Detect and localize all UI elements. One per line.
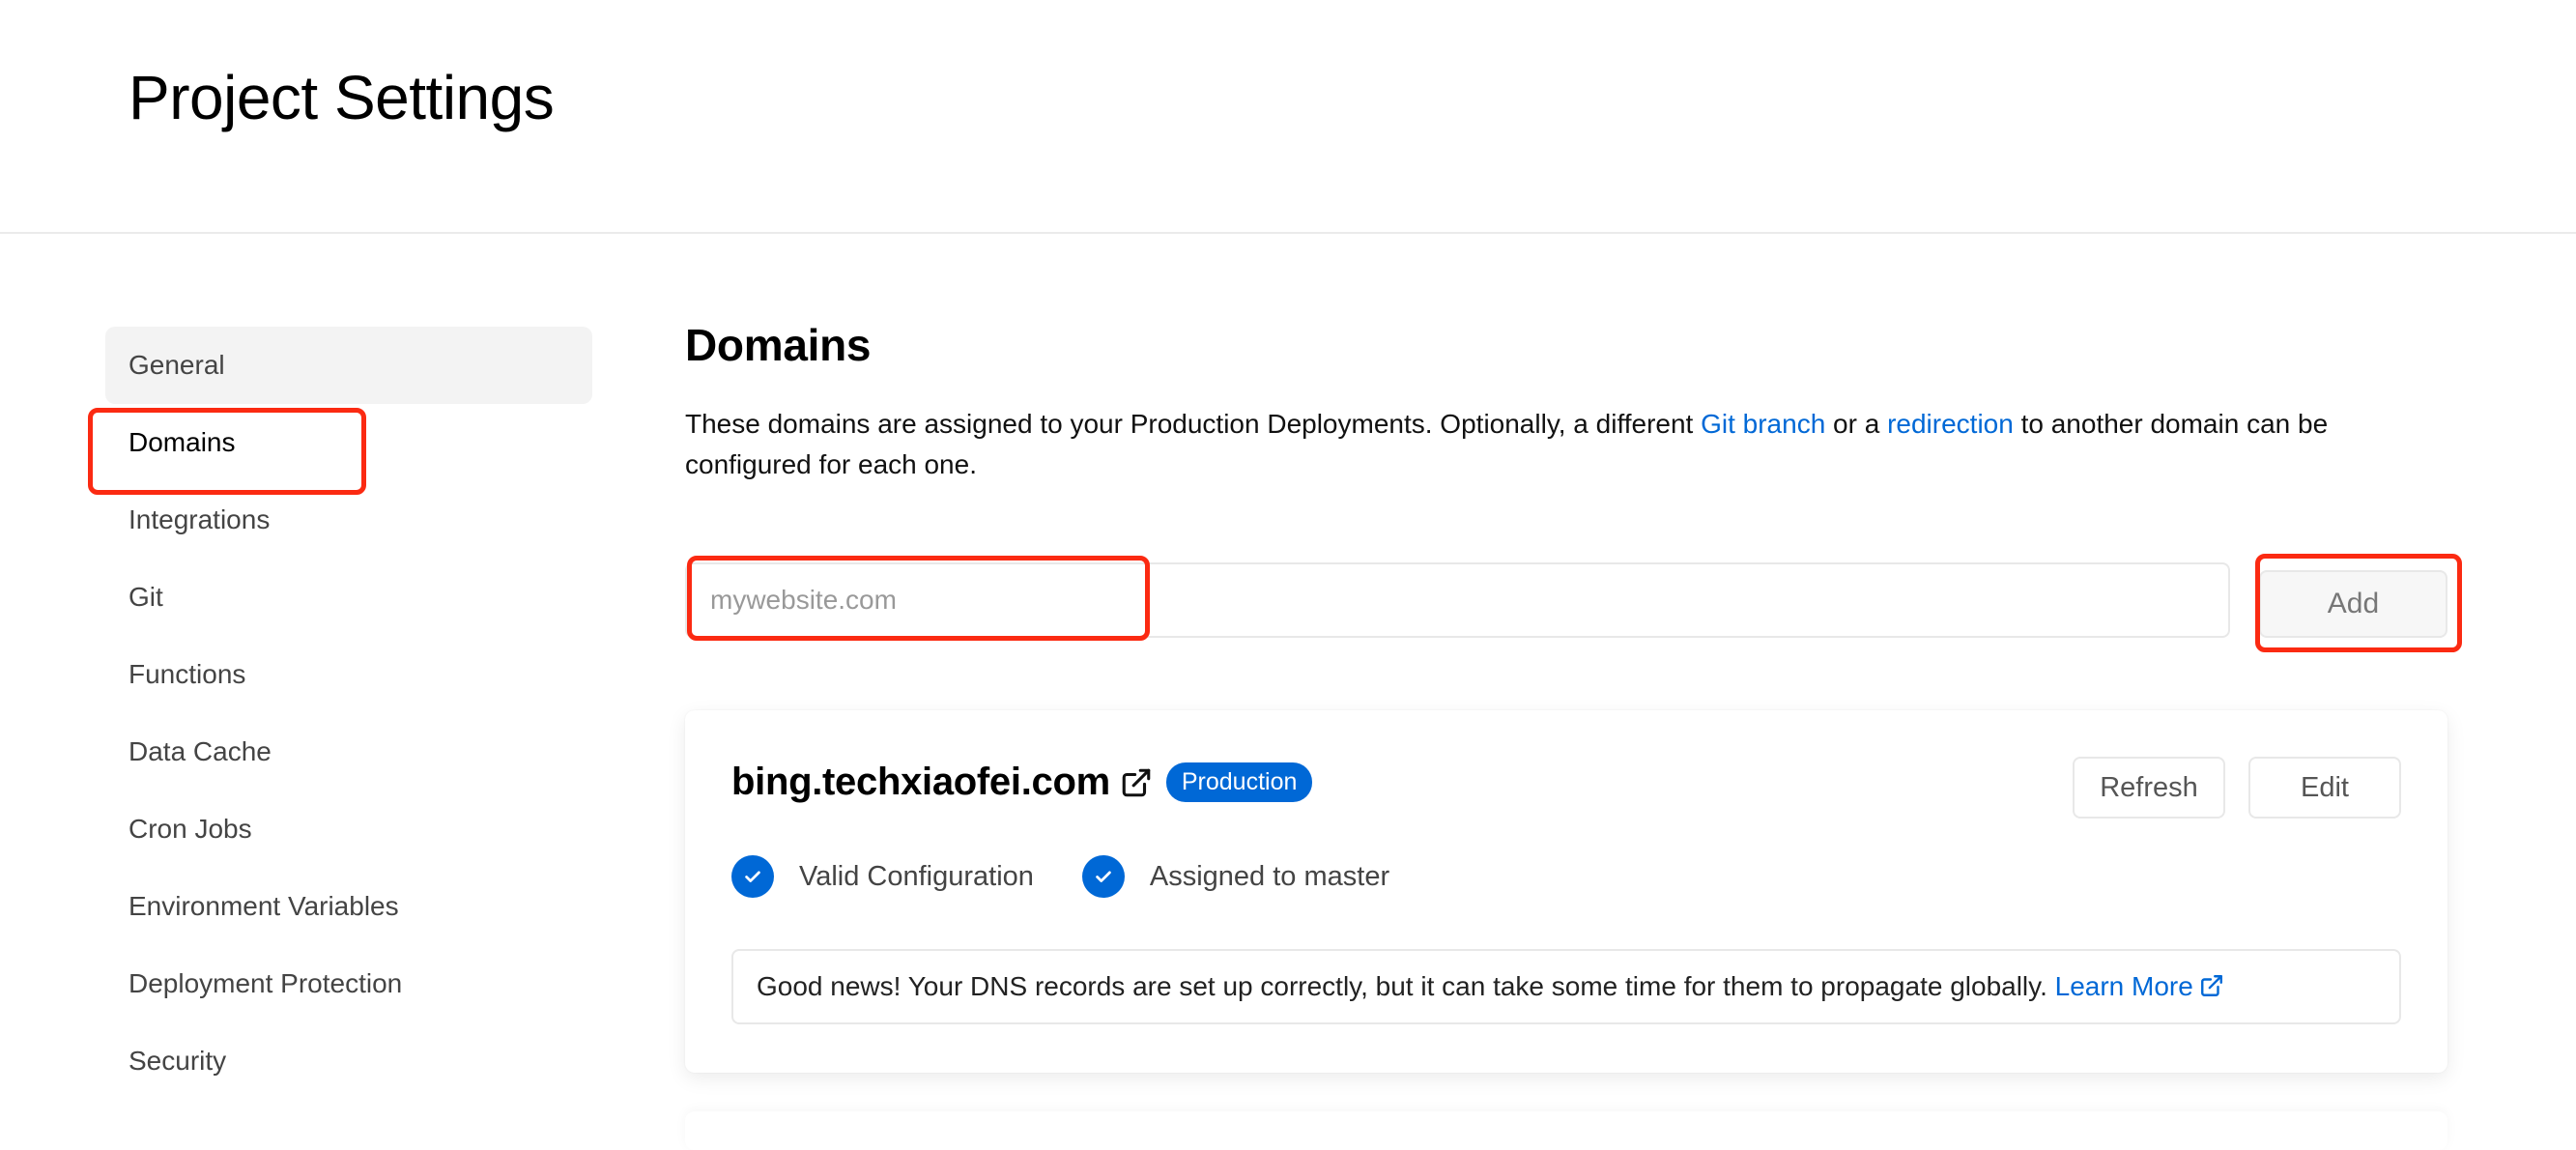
status-assigned-branch: Assigned to master	[1081, 855, 1390, 898]
sidebar-item-environment-variables[interactable]: Environment Variables	[105, 868, 592, 945]
domain-input[interactable]	[685, 562, 2230, 638]
add-domain-button[interactable]: Add	[2259, 570, 2447, 638]
settings-sidebar: General Domains Integrations Git Functio…	[105, 327, 592, 1100]
status-label: Assigned to master	[1149, 860, 1390, 892]
description-text: or a	[1825, 409, 1888, 439]
page-title: Project Settings	[129, 63, 555, 132]
check-circle-icon	[731, 855, 774, 898]
sidebar-item-domains[interactable]: Domains	[105, 404, 592, 481]
redirection-link[interactable]: redirection	[1887, 409, 2014, 439]
sidebar-item-general[interactable]: General	[105, 327, 592, 404]
section-title: Domains	[685, 320, 872, 370]
add-domain-row: Add	[685, 562, 2453, 640]
domain-name-link[interactable]: bing.techxiaofei.com	[731, 761, 1110, 804]
sidebar-item-security[interactable]: Security	[105, 1022, 592, 1100]
domain-status-row: Valid Configuration Assigned to master	[731, 855, 1438, 898]
domain-header: bing.techxiaofei.com Production	[731, 761, 1313, 804]
description-text: These domains are assigned to your Produ…	[685, 409, 1702, 439]
next-domain-card	[685, 1111, 2447, 1150]
sidebar-item-cron-jobs[interactable]: Cron Jobs	[105, 791, 592, 868]
section-description: These domains are assigned to your Produ…	[685, 404, 2453, 485]
status-label: Valid Configuration	[799, 860, 1034, 892]
check-circle-icon	[1081, 855, 1125, 898]
refresh-button[interactable]: Refresh	[2073, 757, 2225, 819]
sidebar-item-git[interactable]: Git	[105, 559, 592, 636]
dns-notice: Good news! Your DNS records are set up c…	[731, 949, 2401, 1024]
page-header: Project Settings	[0, 0, 2576, 234]
production-badge: Production	[1165, 762, 1313, 802]
domain-actions: Refresh Edit	[2073, 757, 2401, 819]
domain-card: bing.techxiaofei.com Production Refresh …	[685, 710, 2447, 1073]
edit-button[interactable]: Edit	[2248, 757, 2401, 819]
sidebar-item-deployment-protection[interactable]: Deployment Protection	[105, 945, 592, 1022]
external-link-icon[interactable]	[2199, 954, 2224, 996]
sidebar-item-data-cache[interactable]: Data Cache	[105, 713, 592, 791]
learn-more-link[interactable]: Learn More	[2055, 971, 2193, 1001]
external-link-icon[interactable]	[1120, 766, 1153, 799]
git-branch-link[interactable]: Git branch	[1701, 409, 1825, 439]
status-valid-configuration: Valid Configuration	[731, 855, 1034, 898]
notice-text: Good news! Your DNS records are set up c…	[757, 971, 2055, 1001]
domains-section: Domains These domains are assigned to yo…	[685, 319, 2453, 485]
sidebar-item-functions[interactable]: Functions	[105, 636, 592, 713]
sidebar-item-integrations[interactable]: Integrations	[105, 481, 592, 559]
